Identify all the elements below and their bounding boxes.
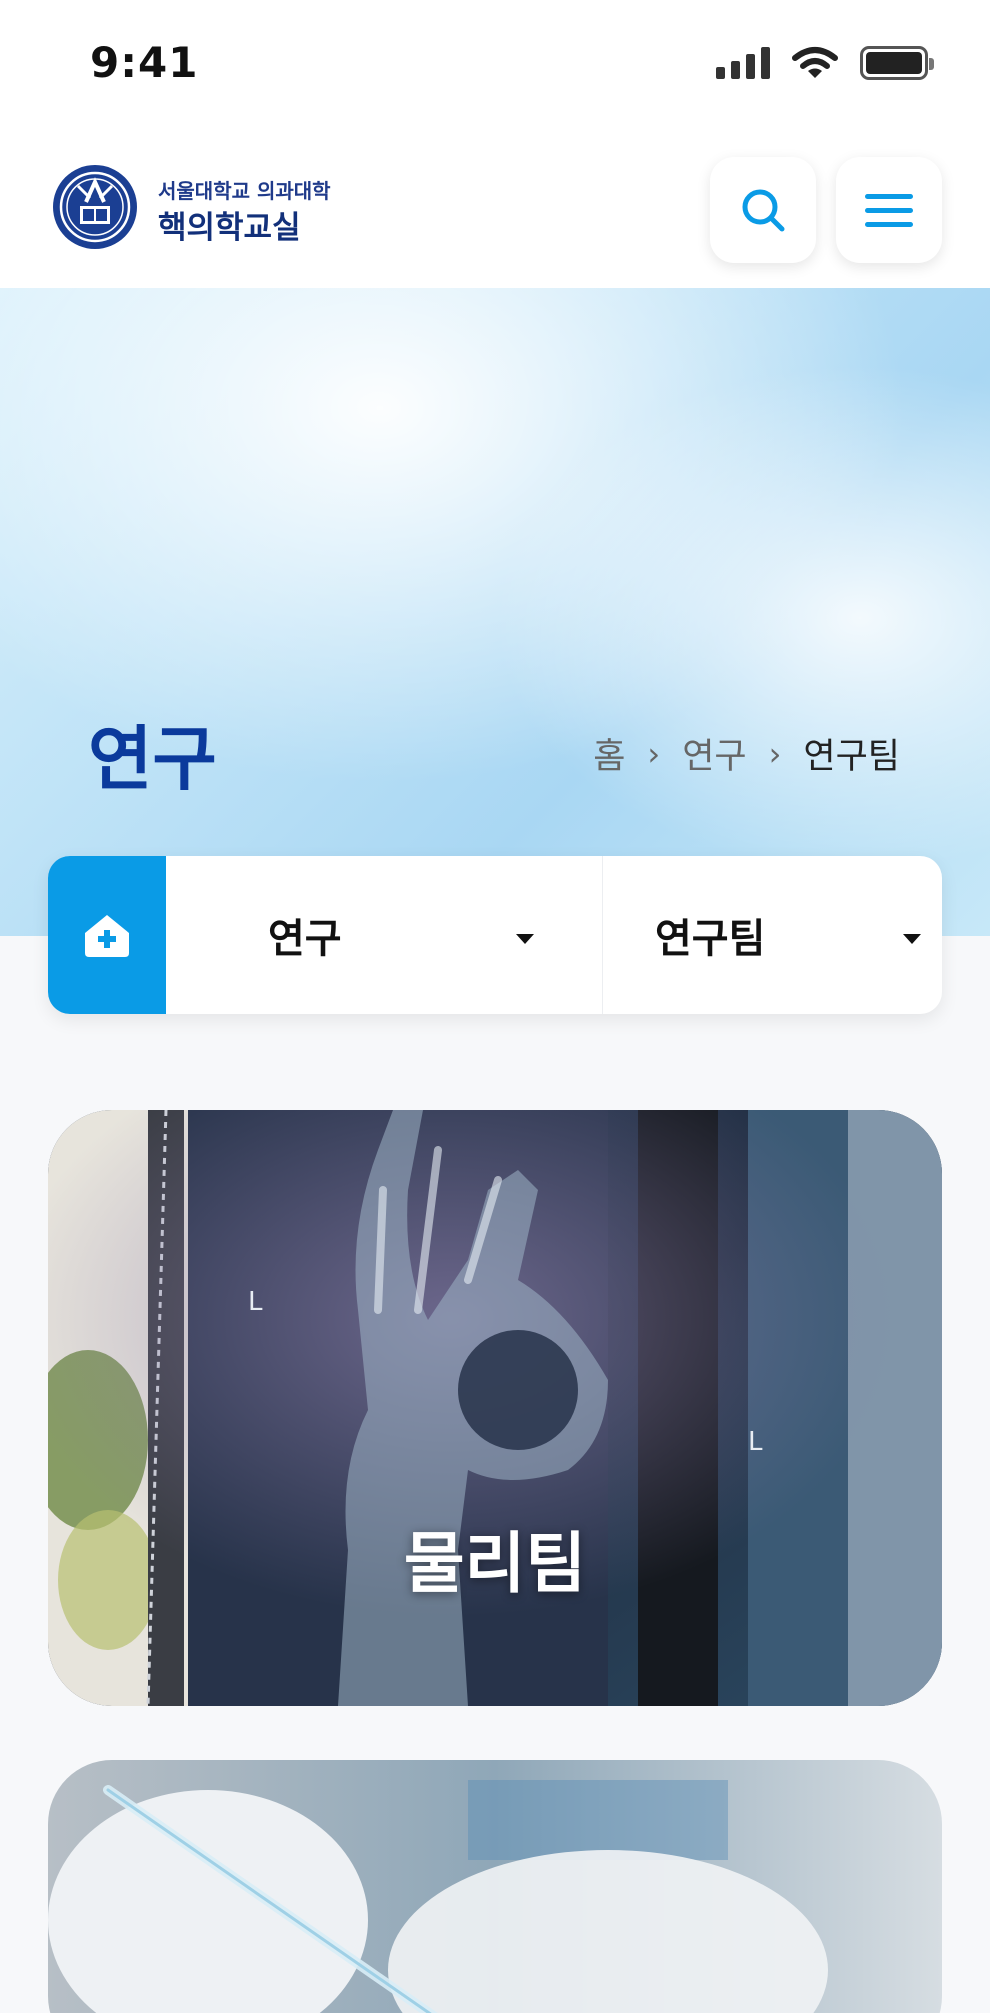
status-bar: 9:41 [0, 0, 990, 130]
caret-down-icon [516, 934, 534, 944]
battery-icon [860, 46, 934, 80]
team-card-physics[interactable]: L L 물리팀 [48, 1110, 942, 1706]
category-dropdown[interactable]: 연구 [166, 856, 603, 1014]
university-logo[interactable] [50, 162, 140, 252]
sub-navigation-bar: 연구 연구팀 [48, 856, 942, 1014]
subcategory-dropdown-label: 연구팀 [655, 916, 766, 962]
team-card-lab[interactable] [48, 1760, 942, 2013]
home-button[interactable] [48, 856, 166, 1014]
lab-pipette-image [48, 1760, 942, 2013]
chevron-right-icon: › [768, 734, 782, 773]
breadcrumb-current: 연구팀 [803, 737, 900, 777]
xray-hand-image: L L [48, 1110, 942, 1706]
status-icons [716, 46, 934, 80]
status-time: 9:41 [90, 38, 199, 87]
breadcrumb: 홈 › 연구 › 연구팀 [593, 728, 900, 779]
caret-down-icon [903, 934, 921, 944]
search-button[interactable] [710, 157, 816, 263]
chevron-right-icon: › [647, 734, 661, 773]
hero-banner: 연구 홈 › 연구 › 연구팀 [0, 288, 990, 936]
logo-title[interactable]: 핵의학교실 [158, 202, 301, 247]
page: 9:41 서울대학교 의과대학 핵의학교실 연구 홈 › 연구 › 연구팀 연구… [0, 0, 990, 2013]
breadcrumb-research[interactable]: 연구 [682, 728, 746, 779]
breadcrumb-home[interactable]: 홈 [593, 728, 625, 779]
menu-icon [865, 194, 913, 227]
home-icon [85, 915, 129, 957]
subcategory-dropdown[interactable]: 연구팀 [603, 856, 942, 1014]
search-icon [742, 189, 785, 232]
signal-icon [716, 47, 770, 79]
wifi-icon [792, 47, 838, 78]
team-card-title: 물리팀 [403, 1525, 587, 1602]
svg-text:L: L [748, 1427, 763, 1457]
logo-subtitle: 서울대학교 의과대학 [158, 179, 331, 203]
menu-button[interactable] [836, 157, 942, 263]
page-title: 연구 [88, 718, 217, 800]
svg-text:L: L [248, 1287, 263, 1317]
category-dropdown-label: 연구 [268, 916, 342, 962]
site-header: 서울대학교 의과대학 핵의학교실 [0, 130, 990, 288]
